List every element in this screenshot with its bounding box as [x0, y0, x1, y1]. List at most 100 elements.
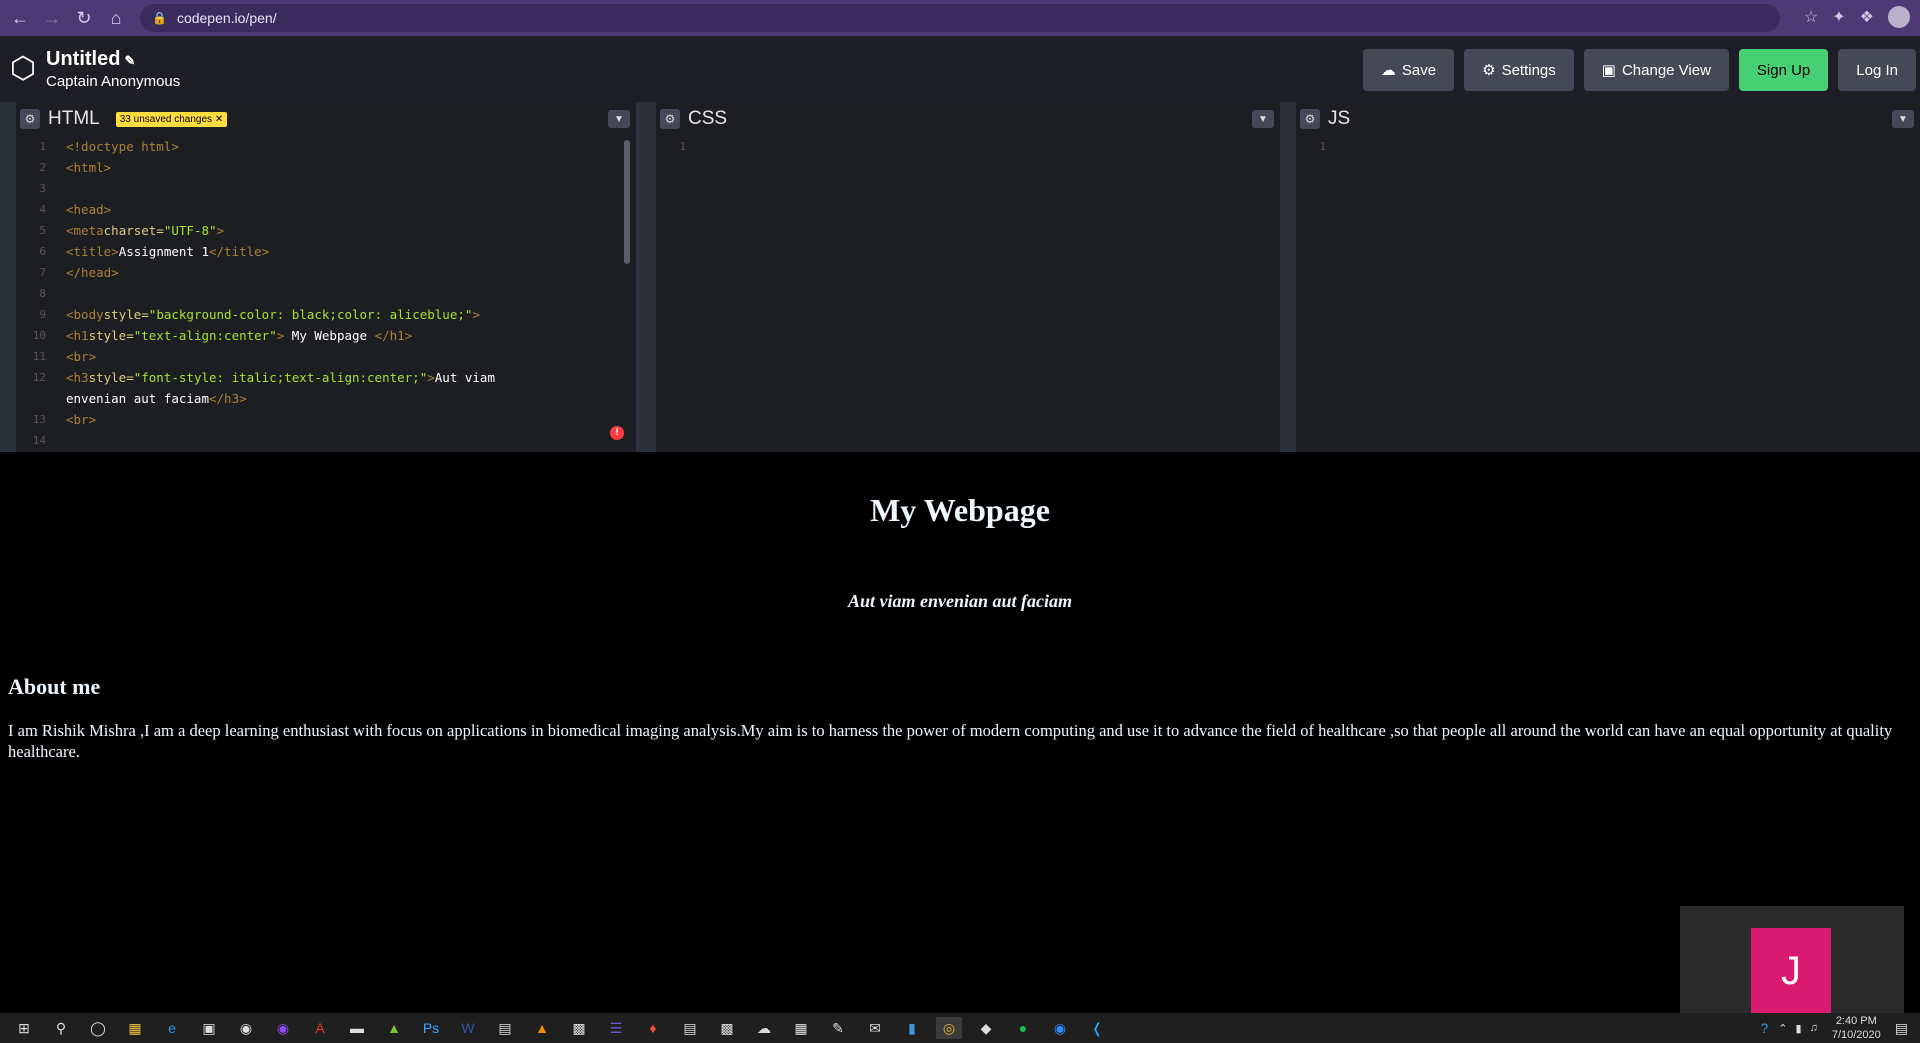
system-tray: ? ⌃ ▮ ♫ 2:40 PM 7/10/2020 ▤ — [1761, 1013, 1920, 1043]
chevron-down-icon[interactable]: ▼ — [608, 110, 630, 128]
spotify-icon[interactable]: ● — [1010, 1017, 1036, 1039]
editor-area: ⚙ HTML 33 unsaved changes ✕ ▼ 1 <!doctype… — [0, 102, 1920, 452]
app-icon[interactable]: ✎ — [825, 1017, 851, 1039]
home-icon[interactable]: ⌂ — [104, 6, 128, 30]
app-icon[interactable]: ▤ — [492, 1017, 518, 1039]
app-icon[interactable]: ✉ — [862, 1017, 888, 1039]
app-icon[interactable]: ☰ — [603, 1017, 629, 1039]
windows-taskbar: ⊞ ⚲ ◯ ▦ e ▣ ◉ ◉ A ▬ ▲ Ps W ▤ ▲ ▩ ☰ ♦ ▤ ▩… — [0, 1013, 1920, 1043]
android-icon[interactable]: ▲ — [381, 1017, 407, 1039]
result-preview: My Webpage Aut viam envenian aut faciam … — [0, 466, 1920, 1026]
volume-icon[interactable]: ♫ — [1810, 1022, 1818, 1034]
file-explorer-icon[interactable]: ▦ — [122, 1017, 148, 1039]
error-icon[interactable]: ! — [610, 426, 624, 440]
css-editor-title: CSS — [688, 108, 728, 129]
pencil-icon[interactable]: ✎ — [124, 53, 135, 68]
js-code-editor[interactable]: 1 — [1296, 136, 1920, 452]
app-icon[interactable]: ▤ — [677, 1017, 703, 1039]
star-icon[interactable]: ☆ — [1804, 7, 1818, 27]
save-button[interactable]: ☁ Save — [1362, 49, 1455, 91]
photoshop-icon[interactable]: Ps — [418, 1017, 444, 1039]
acrobat-icon[interactable]: A — [307, 1017, 333, 1039]
css-editor-header: ⚙ CSS ▼ — [656, 102, 1280, 136]
preview-heading: My Webpage — [870, 492, 1050, 528]
notifications-icon[interactable]: ▤ — [1895, 1020, 1908, 1037]
address-bar[interactable]: 🔒 codepen.io/pen/ — [140, 4, 1780, 32]
vlc-icon[interactable]: ▲ — [529, 1017, 555, 1039]
chevron-up-icon[interactable]: ⌃ — [1778, 1022, 1787, 1035]
layout-icon: ▣ — [1601, 62, 1616, 79]
app-icon[interactable]: ☁ — [751, 1017, 777, 1039]
line-number: 13 — [32, 413, 46, 426]
html-editor-header: ⚙ HTML 33 unsaved changes ✕ ▼ — [16, 102, 636, 136]
unsaved-changes-text: 33 unsaved changes — [119, 113, 213, 125]
cortana-icon[interactable]: ◯ — [85, 1017, 111, 1039]
battery-icon[interactable]: ▮ — [1796, 1022, 1802, 1035]
video-call-tile[interactable]: J — [1680, 906, 1904, 1014]
help-icon[interactable]: ? — [1761, 1020, 1769, 1036]
vscode-icon[interactable]: ❬ — [1084, 1017, 1110, 1039]
url-text[interactable]: codepen.io/pen/ — [177, 10, 277, 26]
html-code-editor[interactable]: 1 <!doctype html> 2 <html> 3 4 <head> 5 <me… — [16, 136, 636, 452]
css-code-editor[interactable]: 1 — [656, 136, 1280, 452]
unsaved-changes-badge[interactable]: 33 unsaved changes ✕ — [115, 111, 228, 127]
word-icon[interactable]: W — [455, 1017, 481, 1039]
signup-button-label: Sign Up — [1756, 61, 1811, 79]
line-number: 9 — [39, 308, 46, 321]
line-number — [16, 388, 66, 409]
css-editor-pane: ⚙ CSS ▼ 1 — [656, 102, 1280, 452]
search-icon[interactable]: ⚲ — [48, 1017, 74, 1039]
puzzle-icon[interactable]: ❖ — [1860, 7, 1874, 27]
app-icon[interactable]: ▦ — [788, 1017, 814, 1039]
chevron-down-icon[interactable]: ▼ — [1252, 110, 1274, 128]
terminal-icon[interactable]: ▩ — [566, 1017, 592, 1039]
app-icon[interactable]: ▮ — [899, 1017, 925, 1039]
js-editor-header: ⚙ JS ▼ — [1296, 102, 1920, 136]
line-number: 3 — [39, 182, 46, 195]
app-icon[interactable]: ♦ — [640, 1017, 666, 1039]
app-icon[interactable]: ▩ — [714, 1017, 740, 1039]
browser-toolbar: ← → ↻ ⌂ 🔒 codepen.io/pen/ ☆ ✦ ❖ — [0, 0, 1920, 36]
line-number: 7 — [39, 266, 46, 279]
store-icon[interactable]: ▣ — [196, 1017, 222, 1039]
back-icon[interactable]: ← — [8, 6, 32, 30]
line-number: 10 — [32, 329, 46, 342]
chevron-down-icon[interactable]: ▼ — [1892, 110, 1914, 128]
app-icon[interactable]: ▬ — [344, 1017, 370, 1039]
zoom-icon[interactable]: ◉ — [1047, 1017, 1073, 1039]
reload-icon[interactable]: ↻ — [72, 6, 96, 30]
js-settings-gear-icon[interactable]: ⚙ — [1300, 109, 1320, 129]
cloud-icon: ☁ — [1380, 62, 1396, 79]
clock-time: 2:40 PM — [1835, 1015, 1877, 1027]
line-number: 1 — [1319, 140, 1326, 153]
app-icon[interactable]: ◉ — [270, 1017, 296, 1039]
change-view-button-label: Change View — [1621, 61, 1711, 79]
editor-scrollbar[interactable] — [624, 140, 630, 264]
settings-button-label: Settings — [1501, 61, 1556, 79]
forward-icon[interactable]: → — [40, 6, 64, 30]
app-icon[interactable]: ◉ — [233, 1017, 259, 1039]
chrome-icon[interactable]: ◎ — [936, 1017, 962, 1039]
login-button[interactable]: Log In — [1838, 49, 1916, 91]
save-button-label: Save — [1401, 61, 1437, 79]
extension-icon[interactable]: ✦ — [1832, 7, 1845, 27]
css-settings-gear-icon[interactable]: ⚙ — [660, 109, 680, 129]
pen-title-text[interactable]: Untitled — [46, 48, 120, 70]
codepen-logo-icon[interactable]: ⬡ — [6, 52, 40, 86]
signup-button[interactable]: Sign Up — [1738, 49, 1829, 91]
pen-title[interactable]: Untitled ✎ — [46, 48, 180, 71]
js-editor-title: JS — [1328, 108, 1351, 129]
settings-button[interactable]: ⚙ Settings — [1464, 49, 1574, 91]
edge-icon[interactable]: e — [159, 1017, 185, 1039]
profile-avatar[interactable] — [1888, 6, 1910, 28]
login-button-label: Log In — [1856, 61, 1898, 79]
close-icon[interactable]: ✕ — [215, 114, 223, 125]
change-view-button[interactable]: ▣ Change View — [1583, 49, 1729, 91]
html-settings-gear-icon[interactable]: ⚙ — [20, 109, 40, 129]
unity-icon[interactable]: ◆ — [973, 1017, 999, 1039]
line-number: 14 — [32, 434, 46, 447]
system-clock[interactable]: 2:40 PM 7/10/2020 — [1832, 1014, 1881, 1042]
lock-icon: 🔒 — [152, 11, 167, 25]
preview-subheading: Aut viam envenian aut faciam — [847, 591, 1072, 611]
windows-start-icon[interactable]: ⊞ — [11, 1017, 37, 1039]
